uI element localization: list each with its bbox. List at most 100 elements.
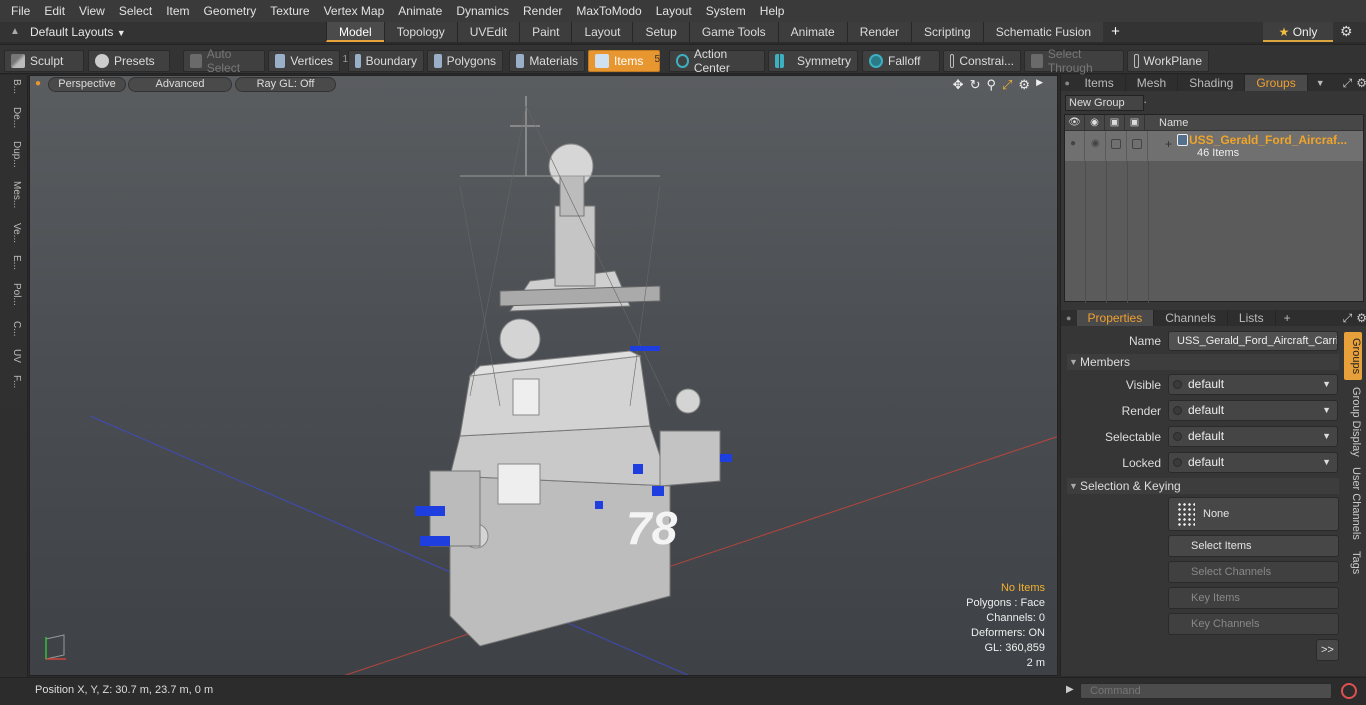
record-icon[interactable] (1341, 683, 1357, 699)
presets-button[interactable]: Presets (88, 50, 170, 72)
tab-topology[interactable]: Topology (383, 22, 457, 42)
viewport-gear-icon[interactable]: ⚙ (1018, 77, 1030, 93)
selection-keying-section[interactable]: ▼ Selection & Keying (1067, 478, 1339, 494)
raygl-button[interactable]: Ray GL: Off (235, 77, 336, 92)
tab-channels[interactable]: Channels (1154, 310, 1228, 326)
polygons-button[interactable]: Polygons (427, 50, 503, 72)
auto-select-button[interactable]: Auto Select (183, 47, 265, 75)
left-tab-fusion[interactable]: F... (4, 375, 22, 388)
menu-file[interactable]: File (4, 4, 37, 18)
symmetry-button[interactable]: Symmetry (768, 50, 858, 72)
group-row[interactable]: ● ◉ + USS_Gerald_Ford_Aircraf... 46 Item… (1065, 131, 1363, 161)
rotate-view-icon[interactable]: ↻ (970, 77, 981, 93)
maximize-icon[interactable]: ⤢ (1333, 75, 1353, 91)
perspective-button[interactable]: Perspective (48, 77, 126, 92)
tab-scripting[interactable]: Scripting (911, 22, 983, 42)
menu-render[interactable]: Render (516, 4, 569, 18)
boundary-button[interactable]: Boundary (348, 50, 424, 72)
vertices-button[interactable]: Vertices 1 (268, 50, 348, 72)
tab-render[interactable]: Render (846, 22, 912, 42)
left-tab-basic[interactable]: B... (4, 79, 22, 94)
menu-animate[interactable]: Animate (391, 4, 449, 18)
tab-schematic-fusion[interactable]: Schematic Fusion (982, 22, 1104, 42)
select-items-button[interactable]: Select Items (1168, 535, 1339, 557)
command-expand-icon[interactable]: ▶ (1066, 684, 1074, 695)
tab-uvedit[interactable]: UVEdit (456, 22, 520, 42)
vtab-user-channels[interactable]: User Channels (1344, 466, 1362, 540)
menu-layout[interactable]: Layout (649, 4, 699, 18)
workplane-button[interactable]: WorkPlane (1127, 50, 1209, 72)
add-tab-button[interactable]: + (1103, 22, 1128, 42)
menu-view[interactable]: View (72, 4, 112, 18)
expand-icon[interactable]: + (1165, 137, 1172, 151)
maximize-icon[interactable]: ⤢ (1299, 310, 1353, 326)
command-input[interactable] (1080, 683, 1332, 699)
menu-edit[interactable]: Edit (37, 4, 72, 18)
row-select-icon[interactable] (1107, 131, 1127, 161)
tab-mesh[interactable]: Mesh ... (1126, 75, 1179, 106)
collapse-arrow-icon[interactable]: ▲ (10, 26, 20, 37)
select-channels-button[interactable]: Select Channels (1168, 561, 1339, 583)
tab-setup[interactable]: Setup (632, 22, 689, 42)
tab-model[interactable]: Model (326, 22, 384, 42)
left-tab-edge[interactable]: E... (4, 255, 22, 270)
vtab-groups[interactable]: Groups (1344, 332, 1362, 380)
none-selection-button[interactable]: None (1168, 497, 1339, 531)
gear-icon[interactable]: ⚙ (1340, 23, 1353, 40)
left-tab-deform[interactable]: De... (4, 107, 22, 128)
items-button[interactable]: Items 5 (588, 50, 660, 72)
lock-icon[interactable]: ▣ (1125, 115, 1145, 130)
new-group-button[interactable]: New Group (1065, 95, 1144, 111)
left-tab-uv[interactable]: UV (4, 349, 22, 363)
render-dropdown[interactable]: default ▼ (1168, 400, 1338, 421)
sculpt-button[interactable]: Sculpt (4, 50, 84, 72)
visible-anim-dot[interactable] (1173, 380, 1182, 389)
tab-lists[interactable]: Lists (1228, 310, 1276, 326)
select-icon[interactable]: ▣ (1105, 115, 1125, 130)
constraints-button[interactable]: Constrai... (943, 50, 1021, 72)
menu-item[interactable]: Item (159, 4, 196, 18)
render-icon[interactable]: ◉ (1085, 115, 1105, 130)
more-button[interactable]: >> (1316, 639, 1339, 661)
move-view-icon[interactable]: ✥ (953, 77, 964, 93)
selectable-anim-dot[interactable] (1173, 432, 1182, 441)
key-channels-button[interactable]: Key Channels (1168, 613, 1339, 635)
only-toggle[interactable]: ★ Only (1263, 22, 1333, 42)
action-center-button[interactable]: Action Center (669, 47, 765, 75)
advanced-button[interactable]: Advanced (128, 77, 232, 92)
row-render-icon[interactable]: ◉ (1086, 131, 1106, 161)
left-tab-curve[interactable]: C... (4, 321, 22, 337)
vtab-tags[interactable]: Tags (1344, 548, 1362, 578)
layouts-dropdown[interactable]: ▲ Default Layouts ▼ (0, 25, 130, 39)
tab-animate[interactable]: Animate (777, 22, 847, 42)
panel-gear-icon[interactable]: ⚙ (1352, 75, 1366, 91)
left-tab-duplicate[interactable]: Dup... (4, 141, 22, 168)
row-lock-icon[interactable] (1128, 131, 1148, 161)
menu-vertex-map[interactable]: Vertex Map (317, 4, 392, 18)
tab-groups[interactable]: Groups (1245, 75, 1308, 91)
zoom-icon[interactable]: ⚲ (986, 77, 996, 93)
menu-maxtomodo[interactable]: MaxToModo (569, 4, 648, 18)
materials-button[interactable]: Materials (509, 50, 585, 72)
menu-select[interactable]: Select (112, 4, 159, 18)
eye-icon[interactable]: 👁 (1065, 115, 1085, 130)
tab-paint[interactable]: Paint (519, 22, 572, 42)
key-items-button[interactable]: Key Items (1168, 587, 1339, 609)
tabs-dropdown-icon[interactable]: ▼ (1308, 75, 1333, 91)
selectable-dropdown[interactable]: default ▼ (1168, 426, 1338, 447)
tab-shading[interactable]: Shading (1178, 75, 1246, 91)
menu-help[interactable]: Help (753, 4, 792, 18)
render-anim-dot[interactable] (1173, 406, 1182, 415)
menu-system[interactable]: System (699, 4, 753, 18)
members-section[interactable]: ▼ Members (1067, 354, 1339, 370)
fit-view-icon[interactable]: ⤢ (1002, 77, 1012, 93)
left-tab-vertex[interactable]: Ve... (4, 223, 22, 243)
row-eye-icon[interactable]: ● (1065, 131, 1085, 161)
add-tab-button[interactable]: + (1276, 310, 1299, 326)
locked-dropdown[interactable]: default ▼ (1168, 452, 1338, 473)
tab-properties[interactable]: Properties (1076, 310, 1155, 326)
tab-items[interactable]: Items (1073, 75, 1126, 91)
select-through-button[interactable]: Select Through (1024, 47, 1124, 75)
tab-layout[interactable]: Layout (571, 22, 633, 42)
menu-texture[interactable]: Texture (263, 4, 316, 18)
